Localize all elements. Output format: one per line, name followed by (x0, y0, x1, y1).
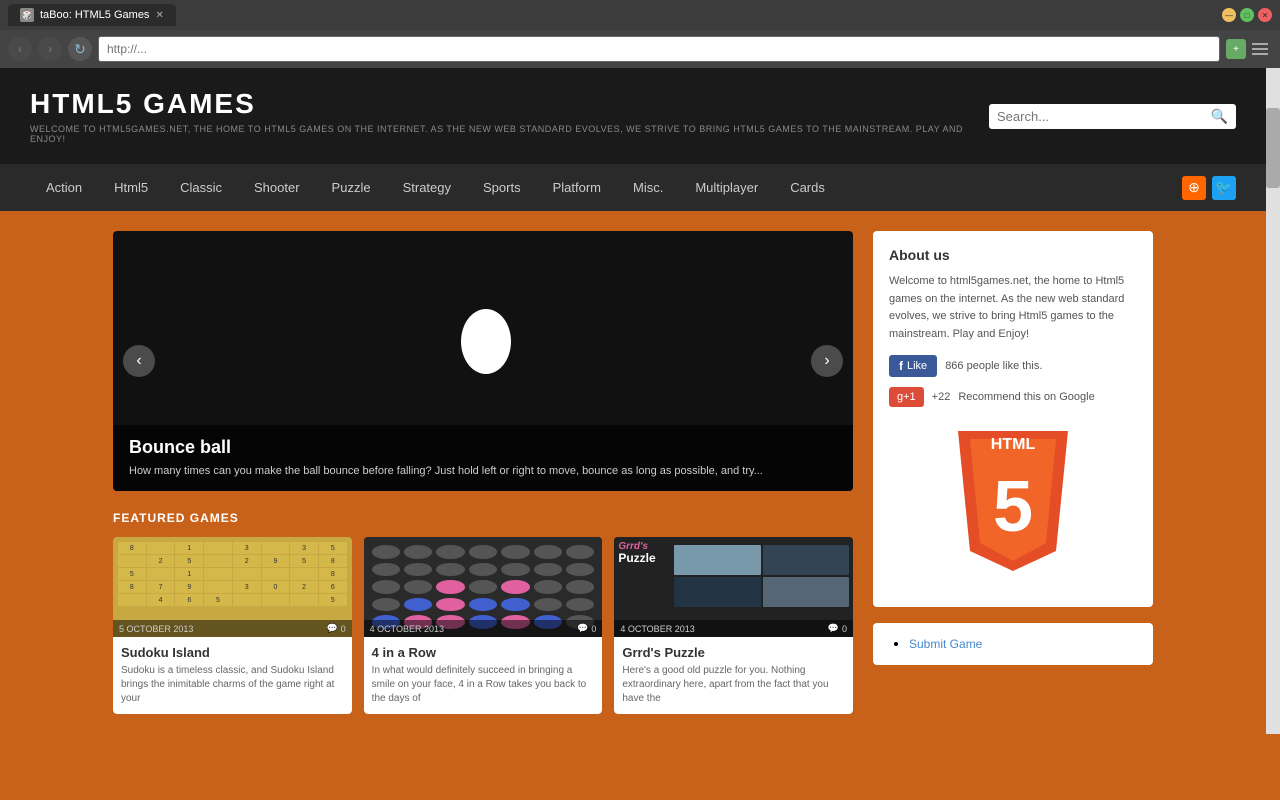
game-card-sudoku[interactable]: // Render sudoku grid placeholder 8 1 3 (113, 537, 352, 714)
gplus-box: g+1 +22 Recommend this on Google (889, 387, 1137, 407)
game-thumb-sudoku: // Render sudoku grid placeholder 8 1 3 (113, 537, 352, 637)
game-date-puzzle: 4 OCTOBER 2013 (620, 624, 694, 634)
nav-item-platform[interactable]: Platform (537, 164, 617, 211)
game-info-sudoku: Sudoku Island Sudoku is a timeless class… (113, 637, 352, 714)
featured-slider: ‹ › Bounce ball How many times can you m… (113, 231, 853, 491)
nav-item-cards[interactable]: Cards (774, 164, 841, 211)
site-header: HTML5 GAMES WELCOME TO HTML5GAMES.NET, T… (0, 68, 1266, 164)
html5-logo: HTML 5 (889, 421, 1137, 591)
facebook-like-box: f Like 866 people like this. (889, 355, 1137, 377)
site-navigation: Action Html5 Classic Shooter Puzzle Stra… (0, 164, 1266, 211)
tab-favicon: 🎲 (20, 8, 34, 22)
gplus-button[interactable]: g+1 (889, 387, 924, 407)
nav-item-html5[interactable]: Html5 (98, 164, 164, 211)
game-comments-sudoku: 💬 0 (326, 623, 345, 634)
nav-item-puzzle[interactable]: Puzzle (316, 164, 387, 211)
game-desc-sudoku: Sudoku is a timeless classic, and Sudoku… (121, 664, 344, 706)
site-wrapper: HTML5 GAMES WELCOME TO HTML5GAMES.NET, T… (0, 68, 1266, 734)
minimize-button[interactable]: — (1222, 8, 1236, 22)
game-date-sudoku: 5 OCTOBER 2013 (119, 624, 193, 634)
browser-titlebar: 🎲 taBoo: HTML5 Games ✕ — □ ✕ (0, 0, 1280, 30)
active-tab[interactable]: 🎲 taBoo: HTML5 Games ✕ (8, 4, 176, 26)
browser-toolbar: ‹ › ↻ + (0, 30, 1280, 68)
gplus-text: Recommend this on Google (958, 391, 1094, 403)
scrollbar[interactable] (1266, 68, 1280, 734)
rss-icon[interactable]: ⊕ (1182, 176, 1206, 200)
facebook-count: 866 people like this. (945, 360, 1042, 372)
slider-description: How many times can you make the ball bou… (129, 464, 837, 479)
search-button[interactable]: 🔍 (1211, 108, 1228, 125)
tab-title: taBoo: HTML5 Games (40, 9, 149, 21)
submit-box: Submit Game (873, 623, 1153, 665)
search-input[interactable] (997, 109, 1211, 124)
slider-caption: Bounce ball How many times can you make … (113, 425, 853, 491)
restore-button[interactable]: □ (1240, 8, 1254, 22)
sidebar: About us Welcome to html5games.net, the … (873, 231, 1153, 714)
game-info-4row: 4 in a Row In what would definitely succ… (364, 637, 603, 714)
about-box: About us Welcome to html5games.net, the … (873, 231, 1153, 607)
tab-close-button[interactable]: ✕ (155, 10, 163, 21)
game-meta-4row: 4 OCTOBER 2013 💬 0 (364, 620, 603, 637)
slider-title: Bounce ball (129, 437, 837, 458)
game-meta-sudoku: 5 OCTOBER 2013 💬 0 (113, 620, 352, 637)
slider-prev-button[interactable]: ‹ (123, 345, 155, 377)
browser-menu-button[interactable] (1252, 39, 1272, 59)
featured-section-title: FEATURED GAMES (113, 511, 853, 525)
svg-text:5: 5 (993, 467, 1033, 547)
game-thumb-4row: 4 OCTOBER 2013 💬 0 (364, 537, 603, 637)
close-button[interactable]: ✕ (1258, 8, 1272, 22)
main-content: ‹ › Bounce ball How many times can you m… (83, 211, 1183, 734)
nav-item-misc[interactable]: Misc. (617, 164, 679, 211)
html5-shield-svg: HTML 5 (948, 431, 1078, 581)
game-card-4row[interactable]: 4 OCTOBER 2013 💬 0 4 in a Row In what wo… (364, 537, 603, 714)
game-comments-4row: 💬 0 (577, 623, 596, 634)
nav-item-action[interactable]: Action (30, 164, 98, 211)
extension-icon[interactable]: + (1226, 39, 1246, 59)
game-info-puzzle: Grrd's Puzzle Here's a good old puzzle f… (614, 637, 853, 714)
slider-next-button[interactable]: › (811, 345, 843, 377)
nav-item-shooter[interactable]: Shooter (238, 164, 316, 211)
ball-game-visual (461, 309, 511, 374)
forward-button[interactable]: › (38, 37, 62, 61)
game-desc-4row: In what would definitely succeed in brin… (372, 664, 595, 706)
scrollbar-thumb[interactable] (1266, 108, 1280, 188)
gplus-count: +22 (932, 391, 951, 403)
submit-list: Submit Game (889, 635, 1137, 653)
facebook-icon: f (899, 359, 903, 373)
game-comments-puzzle: 💬 0 (828, 623, 847, 634)
svg-text:HTML: HTML (991, 436, 1036, 453)
nav-item-strategy[interactable]: Strategy (387, 164, 467, 211)
facebook-like-button[interactable]: f Like (889, 355, 937, 377)
address-bar[interactable] (98, 36, 1220, 62)
browser-chrome: 🎲 taBoo: HTML5 Games ✕ — □ ✕ ‹ › ↻ + (0, 0, 1280, 68)
nav-item-multiplayer[interactable]: Multiplayer (679, 164, 774, 211)
about-text: Welcome to html5games.net, the home to H… (889, 273, 1137, 343)
nav-item-classic[interactable]: Classic (164, 164, 238, 211)
html5-shield: HTML 5 (948, 431, 1078, 581)
refresh-button[interactable]: ↻ (68, 37, 92, 61)
game-name-4row: 4 in a Row (372, 645, 595, 660)
page-wrapper: HTML5 GAMES WELCOME TO HTML5GAMES.NET, T… (0, 68, 1280, 734)
games-grid: // Render sudoku grid placeholder 8 1 3 (113, 537, 853, 714)
game-desc-puzzle: Here's a good old puzzle for you. Nothin… (622, 664, 845, 706)
nav-social-icons: ⊕ 🐦 (1182, 176, 1236, 200)
game-thumb-puzzle: Grrd's Puzzle 4 OCTOBER 2013 (614, 537, 853, 637)
back-button[interactable]: ‹ (8, 37, 32, 61)
site-tagline: WELCOME TO HTML5GAMES.NET, THE HOME TO H… (30, 124, 989, 144)
game-name-sudoku: Sudoku Island (121, 645, 344, 660)
content-left: ‹ › Bounce ball How many times can you m… (113, 231, 853, 714)
about-title: About us (889, 247, 1137, 263)
game-meta-puzzle: 4 OCTOBER 2013 💬 0 (614, 620, 853, 637)
game-card-puzzle[interactable]: Grrd's Puzzle 4 OCTOBER 2013 (614, 537, 853, 714)
nav-item-sports[interactable]: Sports (467, 164, 537, 211)
twitter-icon[interactable]: 🐦 (1212, 176, 1236, 200)
game-date-4row: 4 OCTOBER 2013 (370, 624, 444, 634)
site-title: HTML5 GAMES (30, 88, 989, 120)
submit-game-link[interactable]: Submit Game (909, 637, 982, 651)
header-branding: HTML5 GAMES WELCOME TO HTML5GAMES.NET, T… (30, 88, 989, 144)
search-box: 🔍 (989, 104, 1236, 129)
game-name-puzzle: Grrd's Puzzle (622, 645, 845, 660)
window-controls: — □ ✕ (1222, 8, 1272, 22)
